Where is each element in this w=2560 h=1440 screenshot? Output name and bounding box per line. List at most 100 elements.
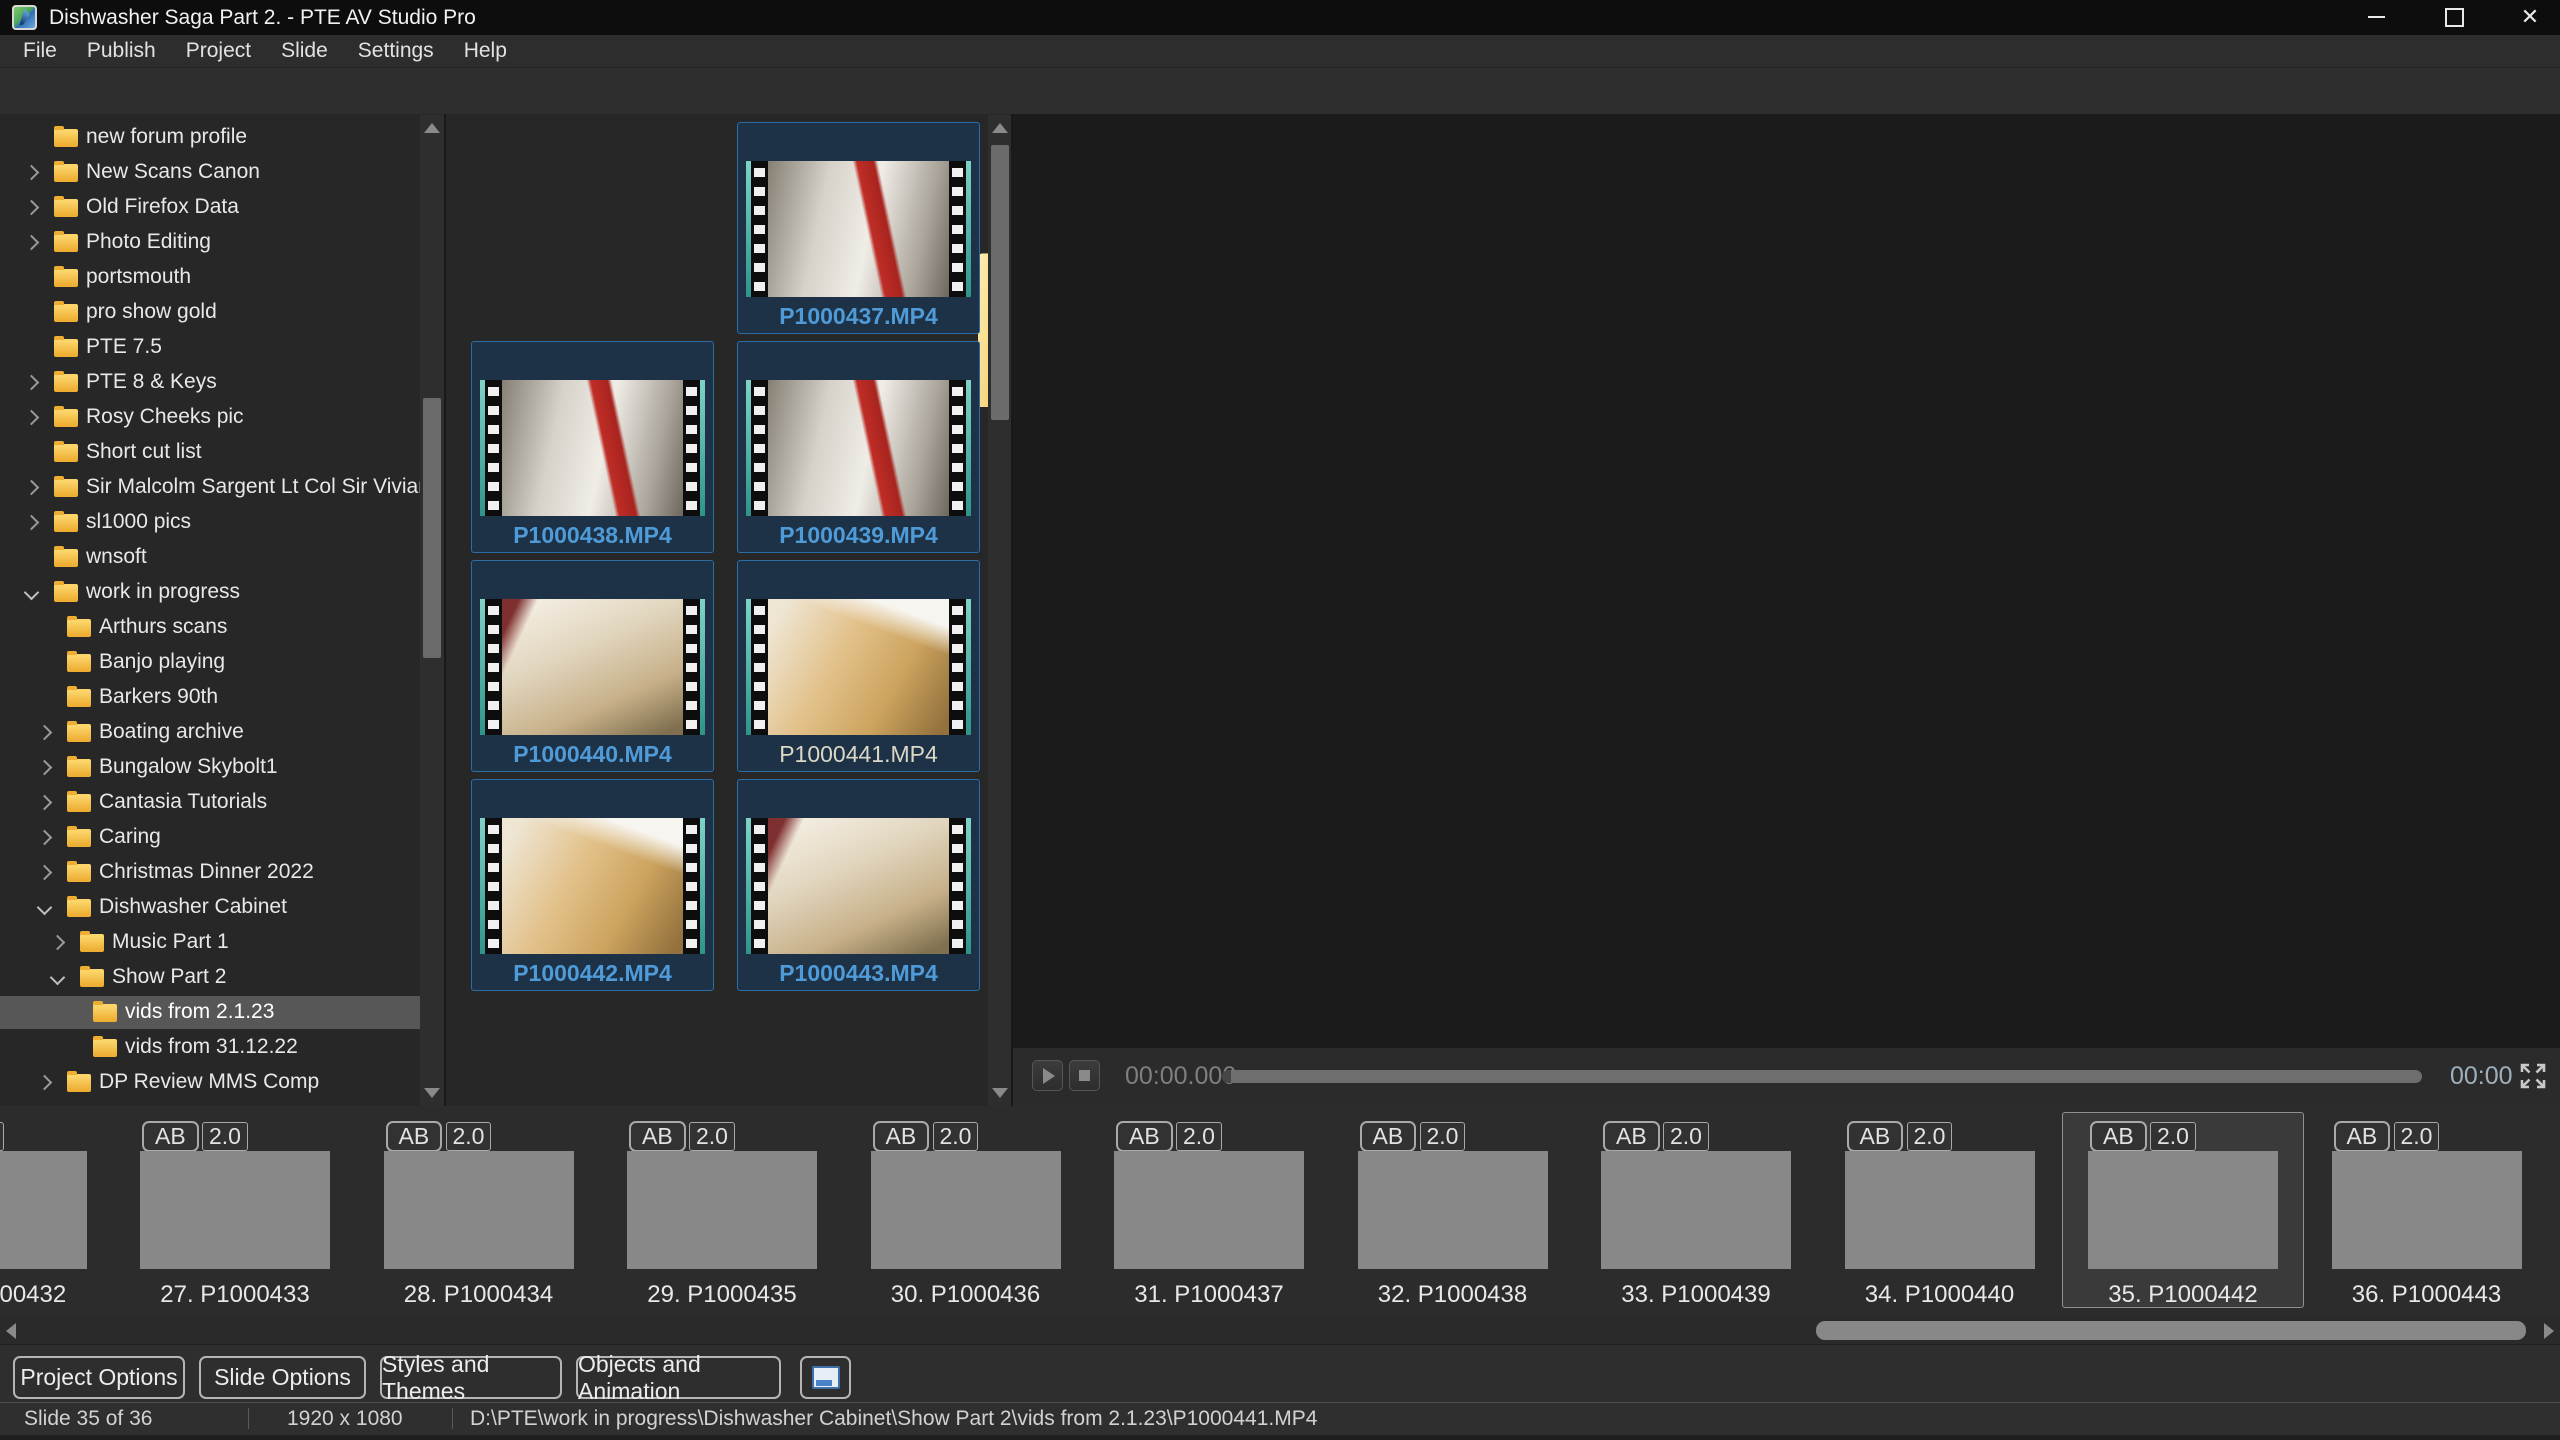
tree-item[interactable]: vids from 2.1.23 [0, 996, 420, 1029]
tree-item[interactable]: Dishwasher Cabinet [0, 891, 420, 924]
maximize-button[interactable] [2424, 0, 2484, 34]
strip-scrollbar-thumb[interactable] [1816, 1321, 2526, 1340]
chevron-down-icon[interactable] [37, 900, 53, 916]
tree-item[interactable]: Christmas Dinner 2022 [0, 856, 420, 889]
tree-item[interactable]: Old Firefox Data [0, 191, 420, 224]
slide-duration-badge[interactable]: 2.0 [2150, 1122, 2196, 1151]
tree-item[interactable]: DP Review MMS Comp [0, 1066, 420, 1099]
menu-publish[interactable]: Publish [72, 39, 171, 63]
slide-duration-badge[interactable]: 2.0 [202, 1122, 248, 1151]
slide-duration-badge[interactable]: 2.0 [1176, 1122, 1222, 1151]
stop-button[interactable] [1069, 1060, 1100, 1091]
tree-item[interactable]: Rosy Cheeks pic [0, 401, 420, 434]
scroll-up-icon[interactable] [424, 123, 440, 133]
ab-transition-badge[interactable]: AB [1603, 1121, 1660, 1152]
chevron-right-icon[interactable] [24, 410, 40, 426]
tree-item[interactable]: Arthurs scans [0, 611, 420, 644]
menu-slide[interactable]: Slide [266, 39, 343, 63]
scroll-down-icon[interactable] [424, 1088, 440, 1098]
ab-transition-badge[interactable]: AB [1116, 1121, 1173, 1152]
tree-item[interactable]: Bungalow Skybolt1 [0, 751, 420, 784]
ab-transition-badge[interactable]: AB [1360, 1121, 1417, 1152]
slide-duration-badge[interactable]: 2.0 [1663, 1122, 1709, 1151]
minimize-button[interactable] [2346, 0, 2406, 34]
tree-item[interactable]: PTE 8 & Keys [0, 366, 420, 399]
chevron-right-icon[interactable] [37, 830, 53, 846]
slide-thumbnail[interactable] [2332, 1151, 2522, 1269]
file-card[interactable]: P1000443.MP4 [737, 779, 980, 991]
slide-thumbnail[interactable] [140, 1151, 330, 1269]
chevron-right-icon[interactable] [24, 165, 40, 181]
slide-duration-badge[interactable]: 2.0 [689, 1122, 735, 1151]
slide-duration-badge[interactable]: 2.0 [933, 1122, 979, 1151]
tree-item[interactable]: Short cut list [0, 436, 420, 469]
tree-item[interactable]: Sir Malcolm Sargent Lt Col Sir Vivian Du… [0, 471, 420, 504]
ab-transition-badge[interactable]: AB [2090, 1121, 2147, 1152]
tree-item[interactable]: Boating archive [0, 716, 420, 749]
tree-item[interactable]: work in progress [0, 576, 420, 609]
chevron-right-icon[interactable] [37, 795, 53, 811]
tree-item[interactable]: Music Part 1 [0, 926, 420, 959]
menu-project[interactable]: Project [171, 39, 266, 63]
close-button[interactable]: ✕ [2500, 0, 2560, 34]
slide-thumbnail[interactable] [1845, 1151, 2035, 1269]
tree-item[interactable]: sl1000 pics [0, 506, 420, 539]
ab-transition-badge[interactable]: AB [2334, 1121, 2391, 1152]
slide-thumbnail[interactable] [2088, 1151, 2278, 1269]
scroll-left-icon[interactable] [6, 1323, 16, 1339]
tree-item[interactable]: Cantasia Tutorials [0, 786, 420, 819]
scroll-up-icon[interactable] [992, 123, 1008, 133]
footer-button-slide-options[interactable]: Slide Options [199, 1356, 366, 1399]
tree-item[interactable]: Photo Editing [0, 226, 420, 259]
menu-settings[interactable]: Settings [343, 39, 449, 63]
chevron-right-icon[interactable] [24, 375, 40, 391]
ab-transition-badge[interactable]: AB [873, 1121, 930, 1152]
slide-duration-badge[interactable]: 2.0 [446, 1122, 492, 1151]
ab-transition-badge[interactable]: AB [1847, 1121, 1904, 1152]
tree-item[interactable]: wnsoft [0, 541, 420, 574]
chevron-right-icon[interactable] [24, 480, 40, 496]
tree-item[interactable]: Barkers 90th [0, 681, 420, 714]
slide-duration-badge[interactable]: 2.0 [1420, 1122, 1466, 1151]
slide-thumbnail[interactable] [0, 1151, 87, 1269]
chevron-right-icon[interactable] [37, 1075, 53, 1091]
footer-button-objects-and-animation[interactable]: Objects and Animation [576, 1356, 781, 1399]
slide-thumbnail[interactable] [1358, 1151, 1548, 1269]
chevron-down-icon[interactable] [50, 970, 66, 986]
file-card[interactable]: P1000442.MP4 [471, 779, 714, 991]
chevron-right-icon[interactable] [37, 865, 53, 881]
menu-help[interactable]: Help [449, 39, 522, 63]
tree-item[interactable]: Banjo playing [0, 646, 420, 679]
tree-item[interactable]: portsmouth [0, 261, 420, 294]
tree-item[interactable]: Caring [0, 821, 420, 854]
slide-thumbnail[interactable] [627, 1151, 817, 1269]
file-card[interactable]: P1000440.MP4 [471, 560, 714, 772]
ab-transition-badge[interactable]: AB [386, 1121, 443, 1152]
file-card[interactable]: P1000437.MP4 [737, 122, 980, 334]
ab-transition-badge[interactable]: AB [629, 1121, 686, 1152]
seek-bar[interactable] [1222, 1070, 2422, 1083]
file-card[interactable]: P1000439.MP4 [737, 341, 980, 553]
ab-transition-badge[interactable]: AB [142, 1121, 199, 1152]
tree-item[interactable]: vids from 31.12.22 [0, 1031, 420, 1064]
file-card[interactable]: P1000438.MP4 [471, 341, 714, 553]
footer-button-project-options[interactable]: Project Options [13, 1356, 185, 1399]
chevron-right-icon[interactable] [24, 515, 40, 531]
slide-duration-badge[interactable]: 2.0 [2394, 1122, 2440, 1151]
file-card[interactable]: P1000441.MP4 [737, 560, 980, 772]
scroll-down-icon[interactable] [992, 1088, 1008, 1098]
footer-button-styles-and-themes[interactable]: Styles and Themes [380, 1356, 562, 1399]
menu-file[interactable]: File [8, 39, 72, 63]
tree-item[interactable]: new forum profile [0, 121, 420, 154]
mini-player-button[interactable] [800, 1356, 851, 1399]
scroll-right-icon[interactable] [2544, 1323, 2554, 1339]
tree-item[interactable]: New Scans Canon [0, 156, 420, 189]
chevron-right-icon[interactable] [24, 200, 40, 216]
tree-item[interactable]: Show Part 2 [0, 961, 420, 994]
slide-duration-badge[interactable]: 2.0 [1907, 1122, 1953, 1151]
fullscreen-icon[interactable] [2519, 1062, 2547, 1090]
slide-thumbnail[interactable] [384, 1151, 574, 1269]
files-scrollbar[interactable] [988, 115, 1012, 1106]
chevron-right-icon[interactable] [37, 725, 53, 741]
chevron-right-icon[interactable] [37, 760, 53, 776]
